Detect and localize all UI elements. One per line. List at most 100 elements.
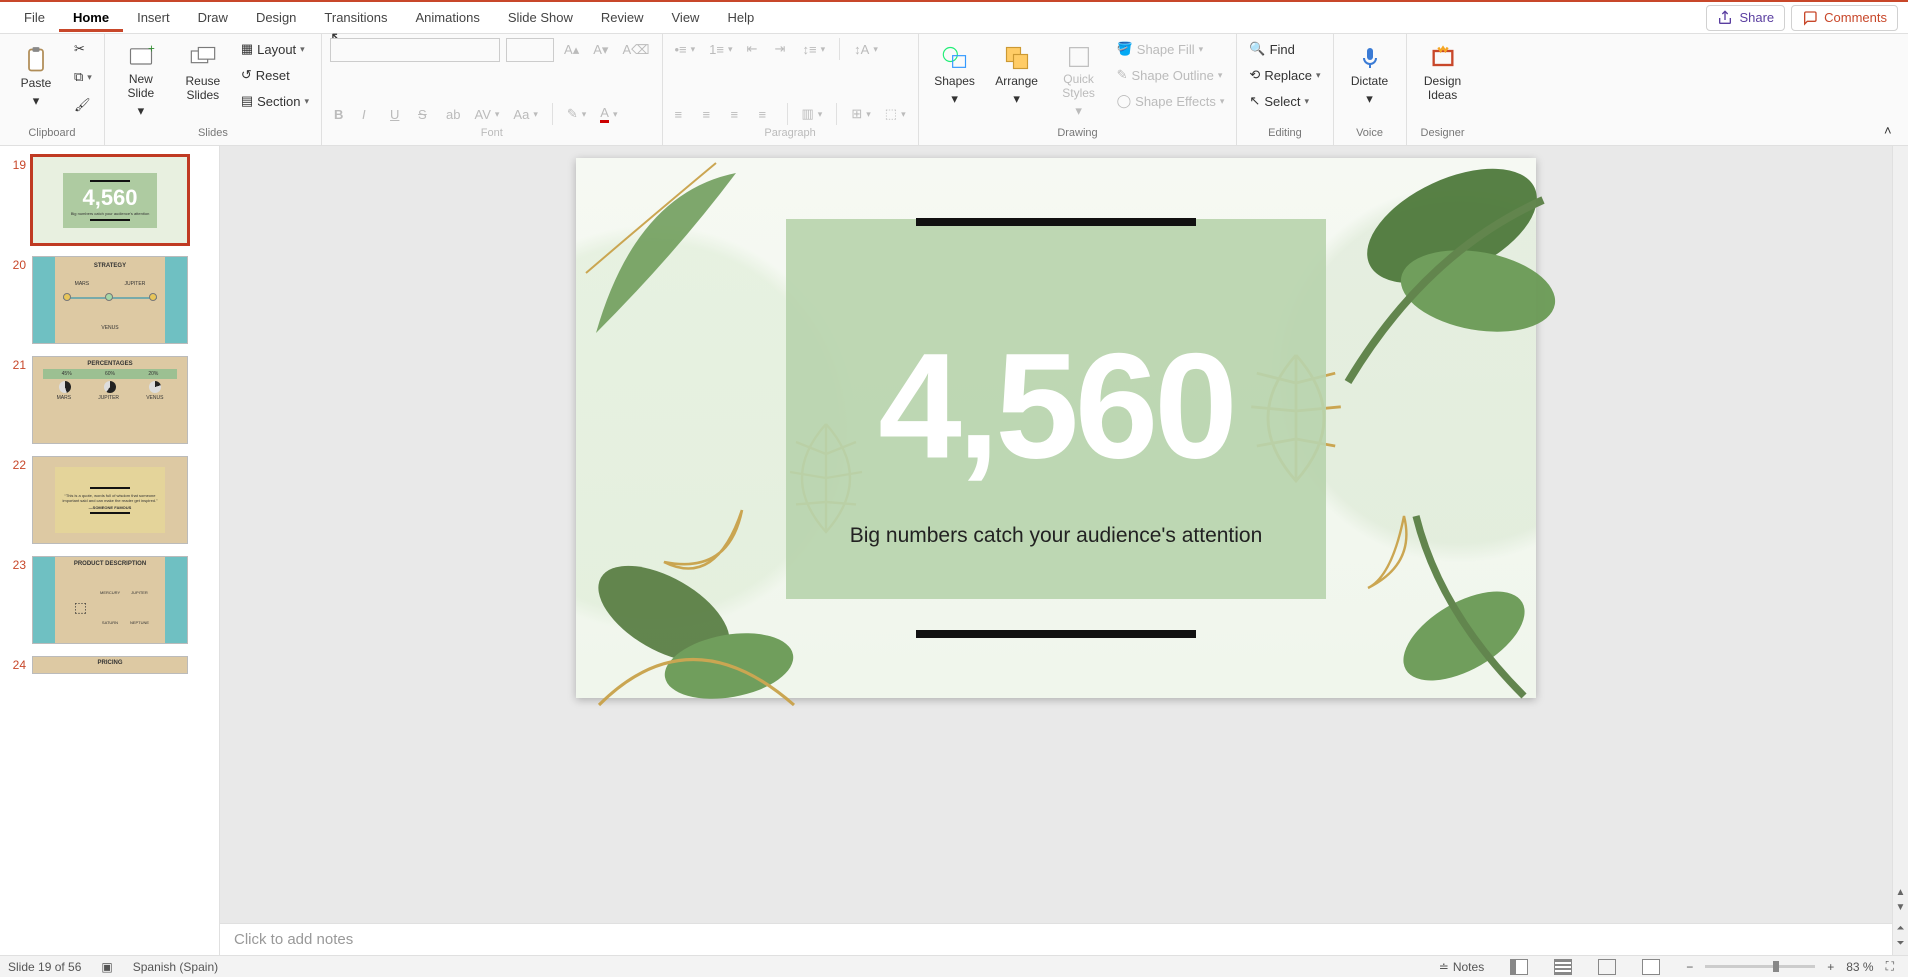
decrease-font-button[interactable]: A▾ [589,39,612,61]
char-spacing-button[interactable]: AV▾ [471,103,504,125]
justify-button[interactable]: ≡ [755,103,777,125]
font-family-input[interactable] [330,38,500,62]
accessibility-button[interactable]: ▣ [95,960,118,974]
tab-slideshow[interactable]: Slide Show [494,4,587,32]
slide-thumbnails-panel[interactable]: 19 4,560 Big numbers catch your audience… [0,146,220,955]
thumbnail-24[interactable]: 24 PRICING [0,650,219,674]
highlight-button[interactable]: ✎▾ [563,103,590,125]
smartart-button[interactable]: ⬚▾ [881,103,910,125]
tab-review[interactable]: Review [587,4,658,32]
collapse-ribbon-button[interactable]: ˄ [1880,119,1902,141]
thumbnail-image[interactable]: PRICING [32,656,188,674]
reset-button[interactable]: ↺Reset [237,64,313,86]
strike-button[interactable]: S [414,103,436,125]
language-indicator[interactable]: Spanish (Spain) [133,960,218,974]
tab-animations[interactable]: Animations [402,4,494,32]
thumbnail-image[interactable]: STRATEGY MARS JUPITER VENUS [32,256,188,344]
shape-fill-button[interactable]: 🪣Shape Fill▾ [1113,38,1229,60]
underline-button[interactable]: U [386,103,408,125]
view-slideshow-button[interactable] [1636,959,1666,975]
prev-slide-icon[interactable]: ⏶ [1897,923,1905,934]
vertical-scrollbar[interactable]: ▲ ▼ ⏶ ⏷ [1892,146,1908,955]
thumbnail-23[interactable]: 23 PRODUCT DESCRIPTION MERCURY ⬚ JUPITER… [0,550,219,650]
share-button[interactable]: Share [1706,5,1785,31]
subtitle-text[interactable]: Big numbers catch your audience's attent… [850,524,1263,548]
zoom-slider[interactable] [1705,965,1815,968]
quick-styles-button[interactable]: Quick Styles ▾ [1051,38,1107,112]
italic-button[interactable]: I [358,103,380,125]
select-button[interactable]: ↖Select▾ [1245,90,1324,112]
bold-button[interactable]: B [330,103,352,125]
change-case-button[interactable]: Aa▾ [509,103,541,125]
section-button[interactable]: ▤Section▾ [237,90,313,112]
format-painter-button[interactable]: 🖌 [70,94,96,116]
notes-placeholder[interactable]: Click to add notes [234,931,353,948]
increase-font-button[interactable]: A▴ [560,39,583,61]
clear-formatting-button[interactable]: A⌫ [618,39,653,61]
next-slide-icon[interactable]: ⏷ [1897,938,1905,949]
columns-button[interactable]: ▥▾ [798,103,827,125]
notes-toggle[interactable]: ≐Notes [1433,960,1490,974]
scroll-up-icon[interactable]: ▲ [1896,887,1906,898]
font-color-button[interactable]: A▾ [596,103,621,125]
line-spacing-button[interactable]: ↕≡▾ [799,38,830,60]
arrange-button[interactable]: Arrange ▾ [989,38,1045,112]
copy-button[interactable]: ⧉▾ [70,66,96,88]
notes-pane[interactable]: Click to add notes [220,923,1892,955]
zoom-in-button[interactable]: + [1821,960,1840,974]
align-right-button[interactable]: ≡ [727,103,749,125]
tab-help[interactable]: Help [713,4,768,32]
tab-home[interactable]: Home [59,4,123,32]
align-center-button[interactable]: ≡ [699,103,721,125]
reuse-slides-button[interactable]: Reuse Slides [175,38,231,112]
thumbnail-21[interactable]: 21 PERCENTAGES 45% 60% 20% MARS [0,350,219,450]
layout-button[interactable]: ▦Layout▾ [237,38,313,60]
text-direction-button[interactable]: ↕A▾ [850,38,882,60]
big-number[interactable]: 4,560 [878,320,1233,493]
thumbnail-image[interactable]: PERCENTAGES 45% 60% 20% MARS JUPITER [32,356,188,444]
view-reading-button[interactable] [1592,959,1622,975]
tab-draw[interactable]: Draw [184,4,242,32]
dictate-button[interactable]: Dictate ▾ [1342,38,1398,112]
zoom-percent[interactable]: 83 % [1846,960,1873,974]
numbering-button[interactable]: 1≡▾ [705,38,736,60]
design-ideas-button[interactable]: Design Ideas [1415,38,1471,112]
slide-canvas[interactable]: 4,560 Big numbers catch your audience's … [220,146,1892,923]
thumbnail-image[interactable]: 4,560 Big numbers catch your audience's … [32,156,188,244]
thumbnail-19[interactable]: 19 4,560 Big numbers catch your audience… [0,150,219,250]
cut-button[interactable]: ✂ [70,38,96,60]
thumbnail-22[interactable]: 22 “This is a quote, words full of wisdo… [0,450,219,550]
font-size-input[interactable] [506,38,554,62]
find-button[interactable]: 🔍Find [1245,38,1324,60]
scroll-down-icon[interactable]: ▼ [1896,902,1906,913]
group-label: Clipboard [8,125,96,143]
view-normal-button[interactable] [1504,959,1534,975]
bullets-button[interactable]: •≡▾ [671,38,700,60]
slide-counter[interactable]: Slide 19 of 56 [8,960,81,974]
shape-outline-button[interactable]: ✎Shape Outline▾ [1113,64,1229,86]
replace-button[interactable]: ⟲Replace▾ [1245,64,1324,86]
fit-to-window-button[interactable]: ⛶ [1880,959,1900,974]
comments-button[interactable]: Comments [1791,5,1898,31]
outdent-button[interactable]: ⇤ [743,38,765,60]
align-left-button[interactable]: ≡ [671,103,693,125]
shadow-button[interactable]: ab [442,103,464,125]
indent-button[interactable]: ⇥ [771,38,793,60]
new-slide-button[interactable]: + New Slide ▾ [113,38,169,112]
zoom-out-button[interactable]: − [1680,960,1699,974]
tab-insert[interactable]: Insert [123,4,184,32]
tab-file[interactable]: File [10,4,59,32]
shapes-button[interactable]: Shapes ▾ [927,38,983,112]
tab-transitions[interactable]: Transitions [310,4,401,32]
thumbnail-image[interactable]: PRODUCT DESCRIPTION MERCURY ⬚ JUPITER SA… [32,556,188,644]
tab-design[interactable]: Design [242,4,310,32]
thumbnail-image[interactable]: “This is a quote, words full of wisdom t… [32,456,188,544]
shape-effects-button[interactable]: ◯Shape Effects▾ [1113,90,1229,112]
align-text-button[interactable]: ⊞▾ [847,103,874,125]
tab-view[interactable]: View [658,4,714,32]
zoom-slider-handle[interactable] [1773,961,1779,972]
current-slide[interactable]: 4,560 Big numbers catch your audience's … [576,158,1536,698]
thumbnail-20[interactable]: 20 STRATEGY MARS JUPITER VENUS [0,250,219,350]
view-sorter-button[interactable] [1548,959,1578,975]
paste-button[interactable]: Paste ▾ [8,40,64,114]
